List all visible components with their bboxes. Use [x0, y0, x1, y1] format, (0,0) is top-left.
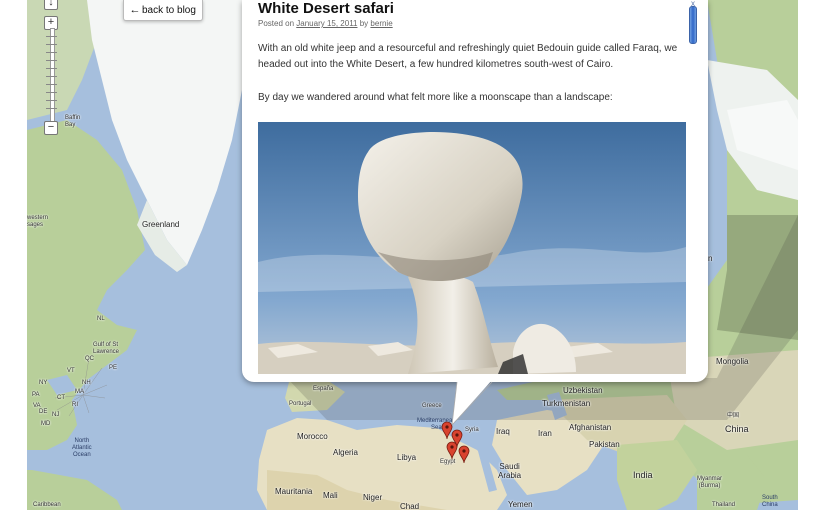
- label-espana: España: [313, 386, 334, 392]
- label-ct: CT: [57, 395, 65, 401]
- label-china-cjk: 中国: [727, 413, 740, 419]
- post-paragraph-1: With an old white jeep and a resourceful…: [258, 43, 678, 70]
- label-greenland: Greenland: [142, 220, 180, 229]
- label-mongolia: Mongolia: [716, 357, 749, 366]
- zoom-tick: [46, 44, 57, 45]
- post-title: White Desert safari: [258, 0, 394, 17]
- zoom-tick: [46, 84, 57, 85]
- zoom-tick: [46, 36, 57, 37]
- close-icon[interactable]: x: [689, 0, 697, 8]
- label-yemen: Yemen: [508, 500, 533, 509]
- label-mali: Mali: [323, 491, 338, 500]
- post-date-link[interactable]: January 15, 2011: [296, 19, 357, 28]
- zoom-tick: [46, 100, 57, 101]
- by-label: by: [359, 19, 369, 28]
- label-pe: PE: [109, 365, 118, 371]
- label-md: MD: [41, 421, 51, 427]
- post-author-link[interactable]: bernie: [370, 19, 392, 28]
- label-saudi-arabia: Saudi Arabia: [498, 462, 522, 480]
- post-content: White Desert safari Posted on January 15…: [258, 0, 688, 375]
- label-western-passages: western sages: [27, 215, 49, 228]
- zoom-tick: [46, 60, 57, 61]
- label-ny: NY: [39, 380, 48, 386]
- label-india: India: [633, 470, 653, 480]
- marker-pin-4: [458, 445, 470, 464]
- zoom-tick: [46, 52, 57, 53]
- zoom-tick: [46, 76, 57, 77]
- popup-scrollbar[interactable]: [688, 0, 697, 375]
- label-algeria: Algeria: [333, 448, 358, 457]
- label-chad: Chad: [400, 502, 420, 510]
- zoom-tick: [46, 108, 57, 109]
- label-ri: RI: [72, 402, 78, 408]
- label-nl: NL: [97, 316, 105, 322]
- label-uzbekistan: Uzbekistan: [563, 386, 603, 395]
- label-ma: MA: [75, 389, 84, 395]
- label-iran: Iran: [538, 429, 552, 438]
- label-nj: NJ: [52, 412, 60, 418]
- label-niger: Niger: [363, 493, 383, 502]
- label-partial-n: n: [708, 254, 713, 263]
- scrollbar-thumb[interactable]: [689, 6, 697, 44]
- label-pa: PA: [32, 392, 40, 398]
- back-to-blog-button[interactable]: ← back to blog: [123, 0, 203, 21]
- label-south-china: South China: [762, 495, 778, 508]
- label-pakistan: Pakistan: [589, 440, 620, 449]
- label-thailand: Thailand: [712, 502, 736, 508]
- post-meta: Posted on January 15, 2011 by bernie: [258, 19, 393, 28]
- label-north-atlantic-ocean: North Atlantic Ocean: [72, 438, 92, 458]
- post-paragraph-2: By day we wandered around what felt more…: [258, 92, 613, 103]
- label-gulf-st-lawrence: Gulf of St Lawrence: [93, 342, 120, 355]
- label-afghanistan: Afghanistan: [569, 423, 612, 432]
- label-morocco: Morocco: [297, 432, 328, 441]
- arrow-left-icon: ←: [129, 4, 141, 16]
- marker-pin-3: [446, 441, 458, 460]
- label-portugal: Portugal: [289, 401, 312, 407]
- post-info-window[interactable]: White Desert safari Posted on January 15…: [242, 0, 708, 382]
- zoom-tick: [46, 92, 57, 93]
- label-turkmenistan: Turkmenistan: [542, 399, 591, 408]
- label-va: VA: [33, 403, 41, 409]
- pan-down-button[interactable]: ↓: [44, 0, 58, 10]
- label-qc: QC: [85, 356, 94, 362]
- label-caribbean: Caribbean: [33, 502, 61, 508]
- label-de: DE: [39, 409, 48, 415]
- back-to-blog-label: back to blog: [142, 5, 196, 16]
- label-mauritania: Mauritania: [275, 487, 313, 496]
- zoom-tick: [46, 68, 57, 69]
- label-nh: NH: [82, 380, 91, 386]
- white-desert-photo: [258, 122, 686, 374]
- zoom-control: ↓ + −: [41, 0, 63, 135]
- label-china: China: [725, 424, 749, 434]
- posted-on-label: Posted on: [258, 19, 295, 28]
- label-libya: Libya: [397, 453, 417, 462]
- zoom-out-button[interactable]: −: [44, 121, 58, 135]
- label-baffin-bay: Baffin Bay: [65, 115, 81, 128]
- label-myanmar: Myanmar (Burma): [697, 476, 723, 489]
- popup-tail: [437, 380, 493, 426]
- label-vt: VT: [67, 368, 75, 374]
